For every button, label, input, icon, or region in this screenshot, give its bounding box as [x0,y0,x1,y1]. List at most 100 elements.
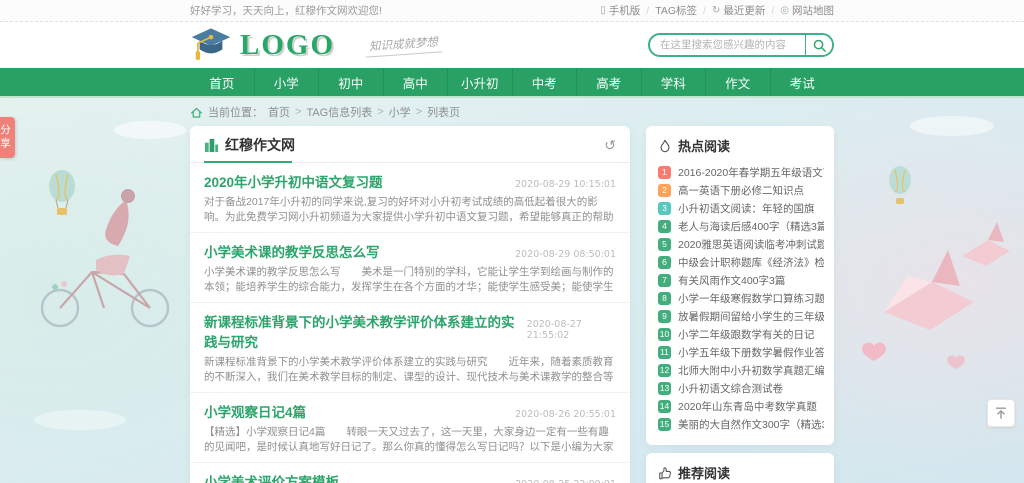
article-date: 2020-08-26 20:55:01 [515,409,616,420]
nav-item-3[interactable]: 高中 [383,68,448,96]
breadcrumb-separator: > [416,106,422,118]
hot-read-item[interactable]: 11 小学五年级下册数学暑假作业答案【20-61 [658,343,824,361]
arrow-up-to-bar-icon [994,406,1008,420]
nav-item-2[interactable]: 初中 [318,68,383,96]
article-head: 小学观察日记4篇 2020-08-26 20:55:01 [204,401,616,421]
rank-badge: 6 [658,256,671,269]
hot-read-item-label: 有关风雨作文400字3篇 [678,273,785,288]
recommend-read-card: 推荐阅读 1最欣赏的人作文400字（精选3篇）2关于感恩的中考满分作文600字 [646,453,834,483]
breadcrumb-item-0[interactable]: 首页 [268,104,290,120]
article-title[interactable]: 小学观察日记4篇 [204,401,306,421]
nav-item-6[interactable]: 高考 [576,68,641,96]
topbar-link-recent-label: 最近更新 [723,3,765,18]
share-label: 分享 [0,124,11,151]
hot-read-item[interactable]: 9 放暑假期间留给小学生的三年级英语作文范文 [658,307,824,325]
hot-read-item-label: 北师大附中小升初数学真题汇编 [678,363,824,378]
hot-read-item[interactable]: 5 2020雅思英语阅读临考冲刺试题附答案 [658,235,824,253]
search-icon [812,38,827,53]
hot-read-item[interactable]: 6 中级会计职称题库《经济法》检测题 [658,253,824,271]
topbar-link-sitemap[interactable]: ◎网站地图 [780,3,834,18]
hot-read-item[interactable]: 13小升初语文综合测试卷 [658,379,824,397]
search-input[interactable] [650,35,805,55]
hot-read-item[interactable]: 12北师大附中小升初数学真题汇编 [658,361,824,379]
rank-badge: 10 [658,328,671,341]
hot-read-item-label: 2020年山东青岛中考数学真题（已公布） [678,399,824,414]
nav-item-0[interactable]: 首页 [190,68,254,96]
search-box [648,33,834,57]
article-date: 2020-08-29 08:50:01 [515,249,616,260]
hot-read-item[interactable]: 1 2016-2020年春学期五年级语文下期末模拟 [658,163,824,181]
article-item: 2020年小学升初中语文复习题2020-08-29 10:15:01对于备战20… [190,163,630,232]
building-icon [204,138,219,153]
rank-badge: 11 [658,346,671,359]
article-summary: 新课程标准背景下的小学美术教学评价体系建立的实践与研究 近年来，随着素质教育的不… [204,355,616,385]
breadcrumb-items: 首页>TAG信息列表>小学>列表页 [268,104,460,120]
rank-badge: 14 [658,400,671,413]
graduation-cap-icon [190,26,232,64]
rank-badge: 7 [658,274,671,287]
article-head: 2020年小学升初中语文复习题 2020-08-29 10:15:01 [204,171,616,191]
logo-text: LOGO [240,29,335,62]
hot-read-item[interactable]: 7 有关风雨作文400字3篇 [658,271,824,289]
topbar-link-tags[interactable]: TAG标签 [655,3,697,18]
nav-item-5[interactable]: 中考 [512,68,577,96]
hot-read-item-label: 2020雅思英语阅读临考冲刺试题附答案 [678,237,824,252]
topbar-links: ▯手机版/TAG标签/↻最近更新/◎网站地图 [600,3,834,18]
hot-read-item-label: 小学五年级下册数学暑假作业答案【20-61 [678,345,824,360]
breadcrumb: 当前位置： 首页>TAG信息列表>小学>列表页 [190,98,834,126]
hot-read-item[interactable]: 4老人与海读后感400字（精选3篇） [658,217,824,235]
breadcrumb-separator: > [377,106,383,118]
article-title[interactable]: 小学美术评价方案模板 [204,471,339,483]
article-item: 小学美术课的教学反思怎么写 2020-08-29 08:50:01小学美术课的教学… [190,232,630,302]
topbar-link-tags-label: TAG标签 [655,3,697,18]
topbar-separator: / [646,5,649,17]
rank-badge: 3 [658,202,671,215]
list-card-header: 红穆作文网 ↺ [190,126,630,163]
nav-item-1[interactable]: 小学 [254,68,319,96]
slogan-text: 知识成就梦想 [364,33,442,57]
article-item: 小学观察日记4篇2020-08-26 20:55:01【精选】小学观察日记4篇 … [190,392,630,462]
hot-read-item[interactable]: 3小升初语文阅读：年轻的国旗 [658,199,824,217]
article-head: 小学美术评价方案模板2020-08-25 22:00:01 [204,471,616,483]
nav-item-7[interactable]: 学科 [641,68,706,96]
breadcrumb-item-1[interactable]: TAG信息列表 [306,104,372,120]
location-icon: ◎ [780,5,789,16]
site-header: LOGO 知识成就梦想 [0,22,1024,68]
list-card-title: 红穆作文网 [225,135,295,155]
rank-badge: 1 [658,166,671,179]
hot-read-item[interactable]: 8小学一年级寒假数学口算练习题三篇 [658,289,824,307]
article-title[interactable]: 新课程标准背景下的小学美术教学评价体系建立的实践与研究 [204,311,527,351]
topbar-link-sitemap-label: 网站地图 [792,3,834,18]
home-icon [190,106,203,119]
hot-read-item[interactable]: 2高一英语下册必修二知识点 [658,181,824,199]
breadcrumb-item-2[interactable]: 小学 [389,104,411,120]
article-title[interactable]: 2020年小学升初中语文复习题 [204,171,383,191]
hot-read-item[interactable]: 15美丽的大自然作文300字（精选3篇） [658,415,824,433]
share-button[interactable]: 分享 [0,117,15,158]
site-logo[interactable]: LOGO [190,26,335,64]
undo-icon[interactable]: ↺ [604,138,616,152]
hot-read-item-label: 放暑假期间留给小学生的三年级英语作文范文 [678,309,824,324]
article-date: 2020-08-29 10:15:01 [515,179,616,190]
recommend-read-header: 推荐阅读 [646,453,834,483]
nav-item-8[interactable]: 作文 [705,68,770,96]
hot-read-title: 热点阅读 [678,136,730,155]
topbar-link-recent[interactable]: ↻最近更新 [712,3,765,18]
breadcrumb-item-3[interactable]: 列表页 [427,104,460,120]
welcome-text: 好好学习，天天向上，红穆作文网欢迎您! [190,3,382,18]
search-button[interactable] [805,35,832,55]
back-to-top-button[interactable] [987,399,1015,427]
article-head: 小学美术课的教学反思怎么写 2020-08-29 08:50:01 [204,241,616,261]
hot-read-item[interactable]: 10小学二年级跟数学有关的日记 [658,325,824,343]
rank-badge: 5 [658,238,671,251]
hot-read-item-label: 2016-2020年春学期五年级语文下期末模拟 [678,165,824,180]
article-title[interactable]: 小学美术课的教学反思怎么写 [204,241,380,261]
hot-read-item-label: 中级会计职称题库《经济法》检测题 [678,255,824,270]
nav-item-9[interactable]: 考试 [770,68,835,96]
hot-read-item-label: 小学一年级寒假数学口算练习题三篇 [678,291,824,306]
hot-read-item[interactable]: 14 2020年山东青岛中考数学真题（已公布） [658,397,824,415]
rank-badge: 9 [658,310,671,323]
article-date: 2020-08-27 21:55:02 [527,319,616,341]
topbar-link-mobile[interactable]: ▯手机版 [600,3,640,18]
nav-item-4[interactable]: 小升初 [447,68,512,96]
